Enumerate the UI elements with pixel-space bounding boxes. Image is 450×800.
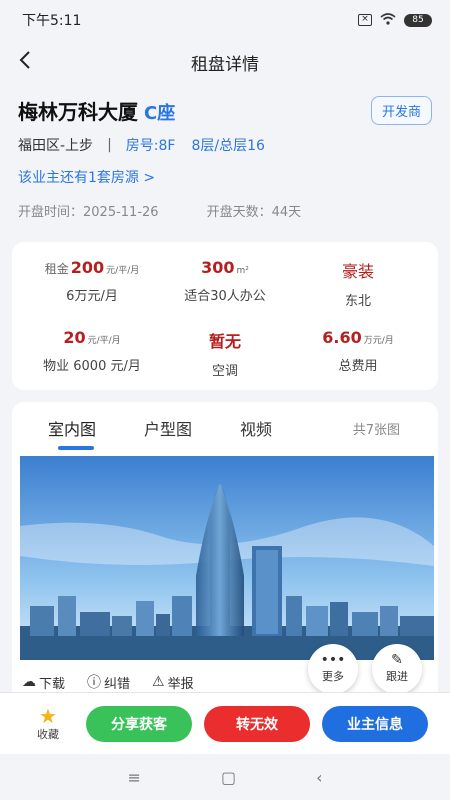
- open-days: 开盘天数：44天: [206, 205, 302, 220]
- total-unit: 万元/月: [363, 336, 394, 346]
- back-button[interactable]: [14, 48, 42, 76]
- stat-area: 300 m² 适合30人办公: [155, 258, 295, 304]
- area-capacity: 适合30人办公: [184, 289, 266, 304]
- download-label: 下载: [39, 676, 66, 692]
- stat-management: 20 元/平/月 物业 6000 元/月: [22, 328, 162, 374]
- share-button[interactable]: 分享获客: [86, 706, 192, 742]
- floor-info: 8层/总层16: [191, 138, 265, 154]
- more-icon: •••: [320, 652, 346, 668]
- mark-invalid-button[interactable]: 转无效: [204, 706, 310, 742]
- media-card: 室内图 户型图 视频 共7张图 ••• 更多 ✎ 跟进 ☁ 下载 ⓘ 纠错 ⚠ …: [12, 402, 438, 700]
- decor-orientation: 东北: [344, 294, 371, 309]
- sim-icon: ×: [358, 14, 372, 26]
- more-label: 更多: [322, 670, 344, 683]
- system-nav-bar: ≡ ▢ ‹: [0, 754, 450, 800]
- ac-value: 暂无: [208, 332, 241, 351]
- tab-video[interactable]: 视频: [240, 416, 272, 440]
- back-icon[interactable]: ‹: [316, 768, 322, 787]
- open-time: 开盘时间：2025-11-26: [18, 205, 159, 220]
- decor-value: 豪装: [341, 262, 374, 281]
- building-photo[interactable]: [20, 456, 434, 660]
- tab-interior[interactable]: 室内图: [48, 416, 96, 450]
- area-unit: m²: [236, 266, 249, 276]
- building-block: C座: [144, 103, 176, 124]
- status-icons: × 85: [358, 12, 432, 28]
- download-button[interactable]: ☁ 下载: [22, 673, 65, 692]
- stat-ac: 暂无 空调: [155, 328, 295, 379]
- status-bar: 下午5:11 × 85: [0, 0, 450, 40]
- bottom-action-bar: ★ 收藏 分享获客 转无效 业主信息: [0, 692, 450, 754]
- owner-listings-link[interactable]: 该业主还有1套房源 >: [18, 167, 432, 187]
- stat-rent: 租金 200 元/平/月 6万元/月: [22, 258, 162, 304]
- correct-button[interactable]: ⓘ 纠错: [87, 672, 130, 692]
- report-label: 举报: [167, 676, 194, 692]
- separator: |: [107, 137, 112, 153]
- mgmt-value: 20: [63, 328, 86, 347]
- property-info: 梅林万科大厦 C座 开发商 福田区-上步 | 房号:8F 8层/总层16 该业主还…: [0, 84, 450, 220]
- favorite-label: 收藏: [37, 727, 59, 741]
- building-name: 梅林万科大厦: [18, 100, 138, 124]
- area-value: 300: [201, 258, 235, 277]
- ac-label: 空调: [211, 364, 238, 379]
- star-icon: ★: [39, 703, 57, 728]
- stat-total: 6.60 万元/月 总费用: [288, 328, 428, 374]
- stat-decor: 豪装 东北: [288, 258, 428, 309]
- media-tabs: 室内图 户型图 视频 共7张图: [12, 402, 438, 454]
- favorite-button[interactable]: ★ 收藏: [32, 706, 64, 742]
- nav-bar: 租盘详情: [0, 40, 450, 84]
- rent-value: 200: [70, 258, 105, 277]
- info-icon: ⓘ: [87, 675, 102, 691]
- status-time: 下午5:11: [22, 13, 82, 29]
- total-label: 总费用: [338, 359, 378, 374]
- follow-button[interactable]: ✎ 跟进: [372, 644, 422, 694]
- page-title: 租盘详情: [191, 54, 259, 75]
- district: 福田区-上步: [18, 138, 94, 154]
- home-icon[interactable]: ▢: [221, 768, 236, 787]
- correct-label: 纠错: [104, 676, 131, 692]
- stats-card: 租金 200 元/平/月 6万元/月 300 m² 适合30人办公 豪装 东北 20 元…: [12, 242, 438, 390]
- menu-icon[interactable]: ≡: [128, 768, 141, 787]
- alarm-icon: ⚠: [152, 674, 165, 690]
- building-title: 梅林万科大厦 C座: [18, 96, 175, 125]
- rent-prefix: 租金: [44, 262, 69, 276]
- chevron-left-icon: [19, 51, 30, 69]
- location-row: 福田区-上步 | 房号:8F 8层/总层16: [18, 135, 432, 155]
- more-button[interactable]: ••• 更多: [308, 644, 358, 694]
- developer-badge[interactable]: 开发商: [370, 96, 432, 125]
- wifi-icon: [380, 12, 396, 28]
- media-actions: ☁ 下载 ⓘ 纠错 ⚠ 举报: [22, 672, 194, 692]
- rent-unit: 元/平/月: [106, 266, 140, 276]
- follow-label: 跟进: [386, 670, 408, 683]
- mgmt-monthly: 物业 6000 元/月: [43, 359, 141, 374]
- pencil-icon: ✎: [391, 652, 403, 668]
- owner-info-button[interactable]: 业主信息: [322, 706, 428, 742]
- cloud-download-icon: ☁: [22, 674, 36, 690]
- report-button[interactable]: ⚠ 举报: [152, 673, 194, 692]
- room-number: 房号:8F: [125, 138, 176, 154]
- photo-count: 共7张图: [352, 422, 400, 438]
- tab-floorplan[interactable]: 户型图: [144, 416, 192, 440]
- battery-icon: 85: [404, 13, 432, 27]
- rent-monthly: 6万元/月: [66, 289, 118, 304]
- mgmt-unit: 元/平/月: [87, 336, 121, 346]
- total-value: 6.60: [322, 328, 362, 347]
